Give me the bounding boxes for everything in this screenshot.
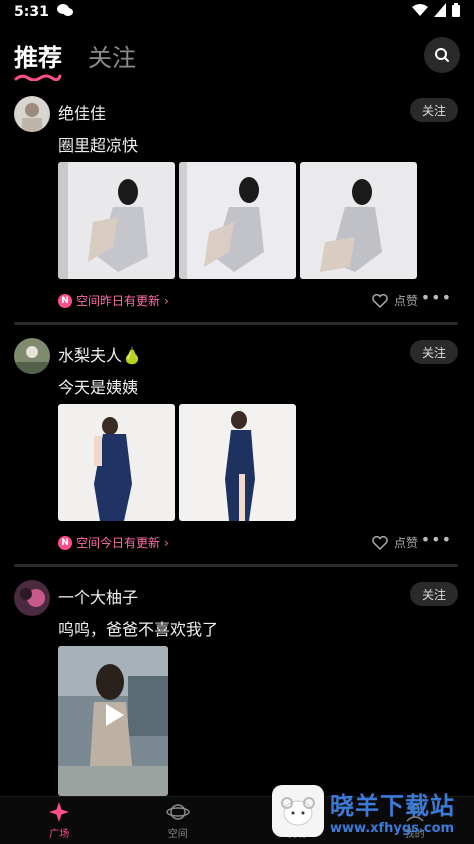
avatar[interactable] bbox=[14, 580, 50, 616]
like-label: 点赞 bbox=[393, 536, 418, 550]
photo-grid bbox=[58, 404, 296, 521]
bottom-nav-space-label: 空间 bbox=[167, 829, 188, 840]
post-photo[interactable] bbox=[300, 162, 417, 279]
watermark-text: 晓羊下载站 www.xfhygs.com bbox=[330, 786, 455, 836]
post-photo[interactable] bbox=[58, 162, 175, 279]
wifi-icon bbox=[412, 3, 428, 21]
tab-active-underline bbox=[14, 74, 62, 81]
planet-icon bbox=[166, 804, 190, 820]
sparkle-icon bbox=[49, 802, 70, 822]
space-badge-icon: N bbox=[58, 535, 72, 550]
like-button[interactable]: 点赞 bbox=[372, 534, 418, 551]
space-update-link[interactable]: N 空间今日有更新 › bbox=[58, 534, 169, 551]
status-time: 5:31 bbox=[14, 4, 49, 20]
watermark: 晓羊下载站 www.xfhygs.com bbox=[272, 782, 474, 840]
watermark-logo bbox=[272, 785, 324, 837]
username[interactable]: 一个大柚子 bbox=[58, 584, 138, 608]
top-nav: 推荐 关注 bbox=[0, 30, 474, 81]
follow-button[interactable]: 关注 bbox=[410, 98, 458, 122]
signal-icon bbox=[434, 3, 446, 21]
chevron-right-icon: › bbox=[164, 535, 169, 550]
tab-recommend[interactable]: 推荐 bbox=[14, 38, 62, 81]
status-bar: 5:31 bbox=[0, 0, 474, 24]
chevron-right-icon: › bbox=[164, 293, 169, 308]
avatar[interactable] bbox=[14, 338, 50, 374]
play-icon[interactable] bbox=[100, 701, 128, 729]
post-caption: 呜呜，爸爸不喜欢我了 bbox=[58, 620, 219, 639]
more-options-icon[interactable]: ••• bbox=[421, 288, 452, 307]
bottom-nav-square[interactable]: 广场 bbox=[0, 797, 119, 844]
post-photo[interactable] bbox=[58, 404, 175, 521]
follow-button[interactable]: 关注 bbox=[410, 340, 458, 364]
space-update-text: 空间昨日有更新 bbox=[76, 294, 161, 308]
search-button[interactable] bbox=[424, 37, 460, 73]
username[interactable]: 水梨夫人🍐 bbox=[58, 342, 142, 366]
space-update-text: 空间今日有更新 bbox=[76, 536, 161, 550]
wechat-icon bbox=[56, 3, 73, 21]
search-icon bbox=[435, 48, 449, 62]
bottom-nav-space[interactable]: 空间 bbox=[119, 797, 238, 844]
like-label: 点赞 bbox=[393, 294, 418, 308]
post-photo[interactable] bbox=[179, 404, 296, 521]
username[interactable]: 绝佳佳 bbox=[58, 100, 106, 124]
post-caption: 今天是姨姨 bbox=[58, 378, 139, 397]
video-thumbnail[interactable] bbox=[58, 646, 168, 796]
more-options-icon[interactable]: ••• bbox=[421, 530, 452, 549]
follow-button[interactable]: 关注 bbox=[410, 582, 458, 606]
watermark-title: 晓羊下载站 bbox=[330, 792, 455, 820]
post: 绝佳佳 关注 圈里超凉快 N 空间昨日有更新 › 点赞 ••• bbox=[0, 88, 474, 325]
tab-follow[interactable]: 关注 bbox=[88, 38, 136, 73]
heart-icon bbox=[372, 293, 388, 308]
bottom-nav-square-label: 广场 bbox=[49, 829, 70, 840]
watermark-url: www.xfhygs.com bbox=[330, 821, 455, 836]
battery-icon bbox=[452, 3, 460, 21]
like-button[interactable]: 点赞 bbox=[372, 292, 418, 309]
post-caption: 圈里超凉快 bbox=[58, 136, 139, 155]
avatar[interactable] bbox=[14, 96, 50, 132]
tab-recommend-label: 推荐 bbox=[14, 43, 62, 72]
photo-grid bbox=[58, 162, 417, 279]
feed: 绝佳佳 关注 圈里超凉快 N 空间昨日有更新 › 点赞 ••• 水梨夫人🍐 关注… bbox=[0, 88, 474, 806]
space-update-link[interactable]: N 空间昨日有更新 › bbox=[58, 292, 169, 309]
space-badge-icon: N bbox=[58, 293, 72, 308]
tab-follow-label: 关注 bbox=[88, 43, 136, 72]
post-photo[interactable] bbox=[179, 162, 296, 279]
heart-icon bbox=[372, 535, 388, 550]
post: 一个大柚子 关注 呜呜，爸爸不喜欢我了 bbox=[0, 566, 474, 806]
post: 水梨夫人🍐 关注 今天是姨姨 N 空间今日有更新 › 点赞 ••• bbox=[0, 324, 474, 567]
